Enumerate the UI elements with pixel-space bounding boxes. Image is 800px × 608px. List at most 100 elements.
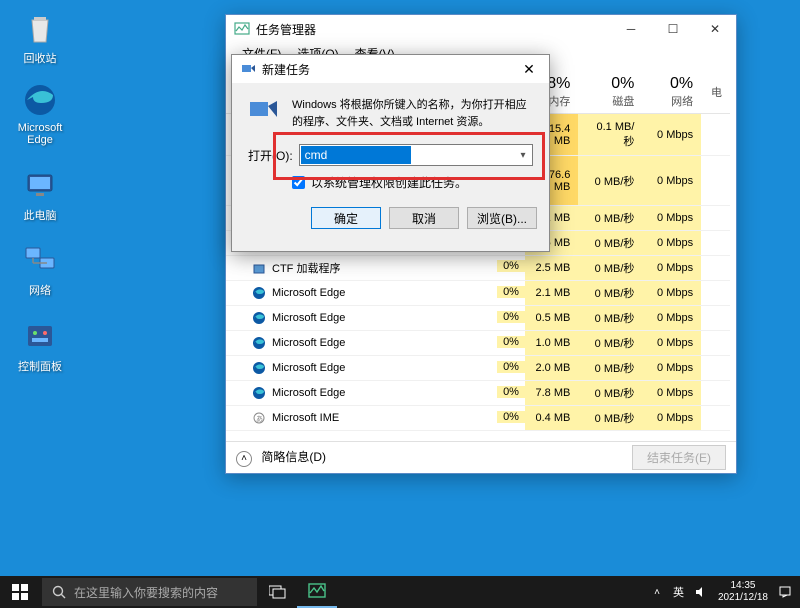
run-dialog: 新建任务 ✕ Windows 将根据你所键入的名称，为你打开相应的程序、文件夹、… (231, 54, 550, 252)
table-row[interactable]: Microsoft Edge0%0.5 MB0 MB/秒0 Mbps (226, 306, 730, 331)
proc-disk: 0.1 MB/秒 (578, 114, 642, 156)
run-icon (248, 97, 280, 125)
proc-net: 0 Mbps (642, 114, 701, 156)
table-row[interactable]: Microsoft Edge0%7.8 MB0 MB/秒0 Mbps (226, 381, 730, 406)
svg-text:英: 英 (673, 585, 684, 599)
tray-ime-icon[interactable]: 英 (670, 585, 684, 599)
proc-net: 0 Mbps (642, 231, 701, 256)
desktop-icon-network[interactable]: 网络 (10, 240, 70, 298)
proc-name: Microsoft Edge0% (226, 331, 525, 356)
proc-mem: 0.4 MB (525, 406, 578, 431)
proc-net: 0 Mbps (642, 281, 701, 306)
proc-net: 0 Mbps (642, 381, 701, 406)
table-row[interactable]: CTF 加载程序0%2.5 MB0 MB/秒0 Mbps (226, 256, 730, 281)
proc-disk: 0 MB/秒 (578, 231, 642, 256)
run-title: 新建任务 (262, 61, 509, 78)
admin-checkbox[interactable] (292, 176, 305, 189)
proc-name: Microsoft Edge0% (226, 306, 525, 331)
proc-mem: 1.0 MB (525, 331, 578, 356)
proc-disk: 0 MB/秒 (578, 381, 642, 406)
col-net[interactable]: 0%网络 (642, 71, 701, 114)
table-row[interactable]: Microsoft Edge0%2.1 MB0 MB/秒0 Mbps (226, 281, 730, 306)
search-box[interactable]: 在这里输入你要搜索的内容 (42, 578, 257, 606)
run-description: Windows 将根据你所键入的名称，为你打开相应的程序、文件夹、文档或 Int… (292, 97, 533, 130)
titlebar[interactable]: 任务管理器 ─ ☐ ✕ (226, 15, 736, 43)
computer-icon (20, 165, 60, 205)
minimize-button[interactable]: ─ (610, 15, 652, 43)
task-view-button[interactable] (259, 576, 297, 608)
chevron-up-icon: ˄ (236, 451, 252, 467)
window-title: 任务管理器 (256, 21, 610, 38)
edge-icon (20, 80, 60, 120)
taskbar-app-taskmgr[interactable] (297, 576, 337, 608)
desktop-icon-control-panel[interactable]: 控制面板 (10, 316, 70, 374)
edge-icon (252, 361, 266, 375)
proc-name: CTF 加载程序0% (226, 256, 525, 281)
taskbar: 在这里输入你要搜索的内容 ˄ 英 14:35 2021/12/18 (0, 576, 800, 608)
run-titlebar[interactable]: 新建任务 ✕ (232, 55, 549, 83)
browse-button[interactable]: 浏览(B)... (467, 207, 537, 229)
maximize-button[interactable]: ☐ (652, 15, 694, 43)
recycle-bin-icon (20, 8, 60, 48)
proc-disk: 0 MB/秒 (578, 156, 642, 206)
proc-name: あMicrosoft IME0% (226, 406, 525, 431)
table-row[interactable]: Microsoft Edge0%2.0 MB0 MB/秒0 Mbps (226, 356, 730, 381)
search-placeholder: 在这里输入你要搜索的内容 (74, 584, 218, 601)
end-task-button[interactable]: 结束任务(E) (632, 445, 726, 470)
desktop-icon-recycle-bin[interactable]: 回收站 (10, 8, 70, 66)
desktop-icon-edge[interactable]: Microsoft Edge (10, 80, 70, 146)
open-input[interactable] (301, 146, 411, 164)
run-app-icon (240, 61, 256, 77)
proc-mem: 0.5 MB (525, 306, 578, 331)
tray-notification-icon[interactable] (778, 585, 792, 599)
table-row[interactable]: あMicrosoft IME0%0.4 MB0 MB/秒0 Mbps (226, 406, 730, 431)
proc-mem: 7.8 MB (525, 381, 578, 406)
proc-net: 0 Mbps (642, 356, 701, 381)
proc-mem: 2.5 MB (525, 256, 578, 281)
col-pwr[interactable]: 电 (701, 71, 730, 114)
admin-label: 以系统管理权限创建此任务。 (311, 174, 467, 191)
proc-net: 0 Mbps (642, 206, 701, 231)
open-combobox[interactable]: ▾ (299, 144, 533, 166)
ok-button[interactable]: 确定 (311, 207, 381, 229)
taskmgr-icon (234, 21, 250, 37)
control-panel-icon (20, 316, 60, 356)
proc-disk: 0 MB/秒 (578, 406, 642, 431)
open-label: 打开(O): (248, 147, 293, 164)
proc-name: Microsoft Edge0% (226, 381, 525, 406)
proc-name: Microsoft Edge0% (226, 281, 525, 306)
network-icon (20, 240, 60, 280)
brief-info-toggle[interactable]: ˄ 简略信息(D) (236, 448, 632, 467)
ctf-icon (252, 262, 266, 276)
proc-mem: 2.0 MB (525, 356, 578, 381)
proc-disk: 0 MB/秒 (578, 281, 642, 306)
start-button[interactable] (0, 576, 40, 608)
taskbar-clock[interactable]: 14:35 2021/12/18 (718, 580, 768, 604)
col-disk[interactable]: 0%磁盘 (578, 71, 642, 114)
proc-net: 0 Mbps (642, 156, 701, 206)
search-icon (52, 585, 66, 599)
close-button[interactable]: ✕ (694, 15, 736, 43)
edge-icon (252, 336, 266, 350)
run-close-button[interactable]: ✕ (509, 56, 549, 82)
edge-icon (252, 311, 266, 325)
proc-disk: 0 MB/秒 (578, 256, 642, 281)
proc-net: 0 Mbps (642, 256, 701, 281)
desktop-icon-this-pc[interactable]: 此电脑 (10, 165, 70, 223)
proc-name: Microsoft Edge0% (226, 356, 525, 381)
ime-icon: あ (252, 411, 266, 425)
proc-disk: 0 MB/秒 (578, 331, 642, 356)
proc-disk: 0 MB/秒 (578, 306, 642, 331)
table-row[interactable]: Microsoft Edge0%1.0 MB0 MB/秒0 Mbps (226, 331, 730, 356)
edge-icon (252, 386, 266, 400)
edge-icon (252, 286, 266, 300)
proc-disk: 0 MB/秒 (578, 206, 642, 231)
proc-disk: 0 MB/秒 (578, 356, 642, 381)
svg-text:あ: あ (256, 415, 263, 423)
proc-mem: 2.1 MB (525, 281, 578, 306)
proc-net: 0 Mbps (642, 331, 701, 356)
chevron-down-icon[interactable]: ▾ (514, 150, 532, 161)
cancel-button[interactable]: 取消 (389, 207, 459, 229)
tray-volume-icon[interactable] (694, 585, 708, 599)
tray-chevron-up-icon[interactable]: ˄ (654, 587, 660, 598)
